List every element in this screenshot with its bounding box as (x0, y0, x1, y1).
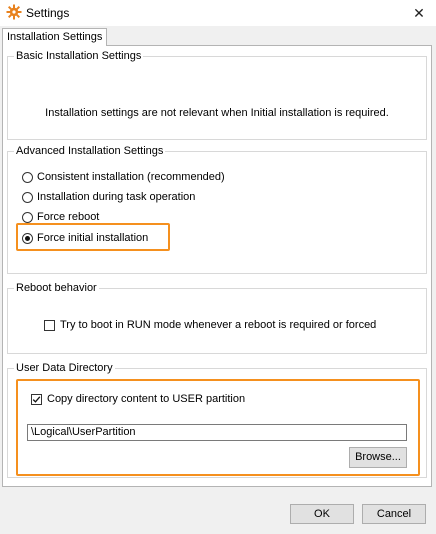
boot-run-mode-checkbox[interactable] (44, 319, 55, 331)
radio-button[interactable] (22, 211, 33, 223)
basic-settings-legend: Basic Installation Settings (14, 49, 144, 63)
radio-consistent-installation[interactable]: Consistent installation (recommended) (22, 171, 225, 183)
boot-run-mode-label: Try to boot in RUN mode whenever a reboo… (60, 319, 377, 331)
radio-force-reboot[interactable]: Force reboot (22, 211, 99, 223)
radio-label: Installation during task operation (37, 191, 196, 203)
tab-installation-settings[interactable]: Installation Settings (2, 28, 108, 46)
gear-icon (6, 4, 22, 20)
boot-run-mode-checkbox-row[interactable]: Try to boot in RUN mode whenever a reboo… (44, 319, 376, 331)
ok-button[interactable]: OK (290, 504, 354, 524)
reboot-behavior-legend: Reboot behavior (14, 281, 99, 295)
basic-settings-group: Basic Installation Settings Installation… (7, 49, 427, 140)
user-data-directory-legend: User Data Directory (14, 361, 115, 375)
highlight-box (16, 223, 170, 251)
tab-panel: Basic Installation Settings Installation… (2, 45, 432, 487)
tab-label: Installation Settings (7, 31, 103, 43)
radio-button[interactable] (22, 191, 33, 203)
basic-settings-message: Installation settings are not relevant w… (45, 107, 389, 119)
window-title: Settings (26, 6, 70, 20)
advanced-settings-legend: Advanced Installation Settings (14, 144, 166, 158)
radio-label: Force reboot (37, 211, 100, 223)
advanced-settings-group: Advanced Installation Settings Consisten… (7, 144, 427, 274)
title-bar: Settings ✕ (0, 0, 436, 26)
reboot-behavior-group: Reboot behavior Try to boot in RUN mode … (7, 281, 427, 354)
radio-label: Consistent installation (recommended) (37, 171, 225, 183)
highlight-box (16, 379, 420, 476)
cancel-button[interactable]: Cancel (362, 504, 426, 524)
radio-button[interactable] (22, 171, 33, 183)
close-icon[interactable]: ✕ (402, 0, 436, 26)
radio-installation-during-task[interactable]: Installation during task operation (22, 191, 195, 203)
